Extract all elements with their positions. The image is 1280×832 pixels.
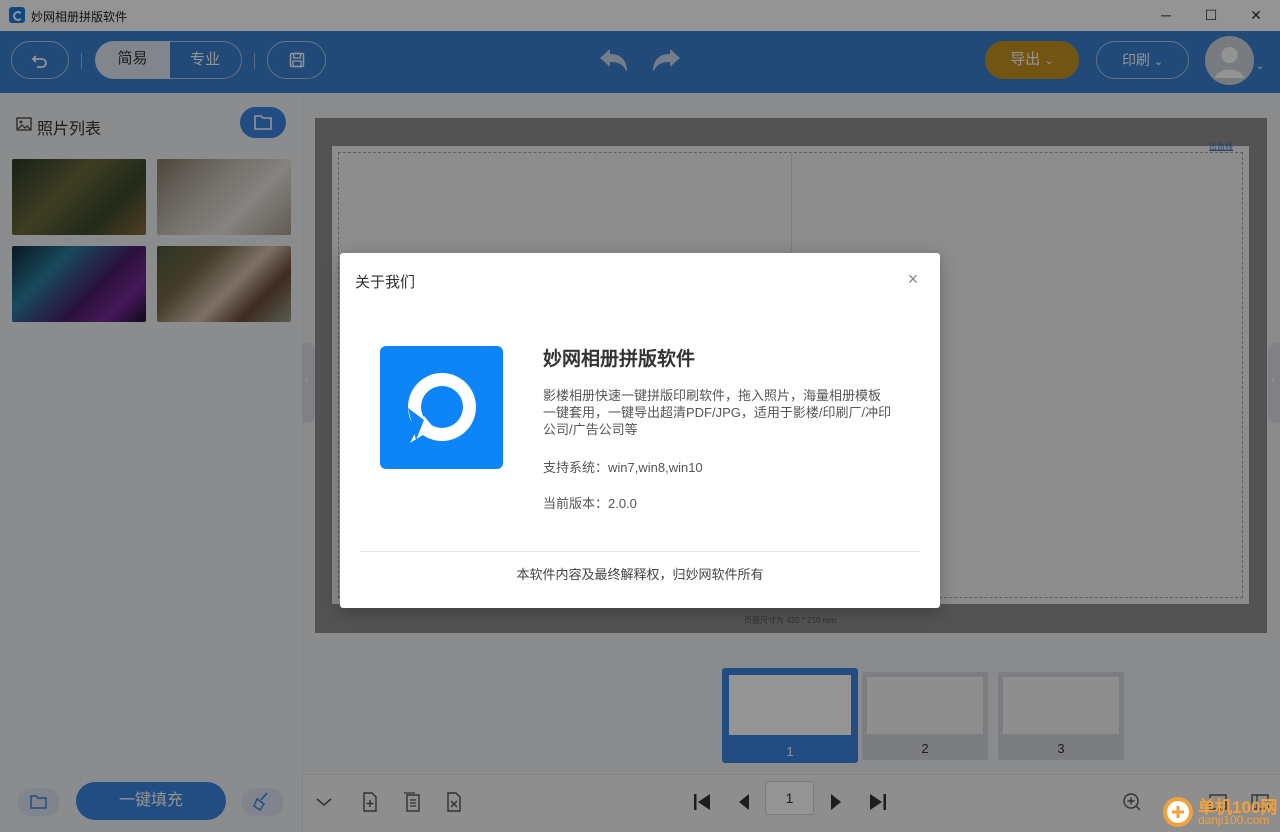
about-dialog: 关于我们 × 妙网相册拼版软件 影楼相册快速一键拼版印刷软件，拖入照片，海量相册… [340,253,940,608]
app-logo-icon [408,373,476,443]
dialog-title: 关于我们 [355,274,416,291]
copyright-text: 本软件内容及最终解释权，归妙网软件所有 [516,567,764,582]
watermark-url: danji100.com [1198,813,1270,827]
dialog-divider [360,551,920,552]
plus-icon [1167,801,1189,823]
app-version: 当前版本：2.0.0 [543,496,637,511]
app-logo [380,346,503,469]
app-description: 影楼相册快速一键拼版印刷软件，拖入照片，海量相册模板一键套用，一键导出超清PDF… [543,388,892,437]
dialog-close-icon[interactable]: × [905,270,921,288]
supported-systems: 支持系统：win7,win8,win10 [543,460,703,475]
app-name: 妙网相册拼版软件 [543,349,696,370]
watermark-logo [1163,797,1193,827]
